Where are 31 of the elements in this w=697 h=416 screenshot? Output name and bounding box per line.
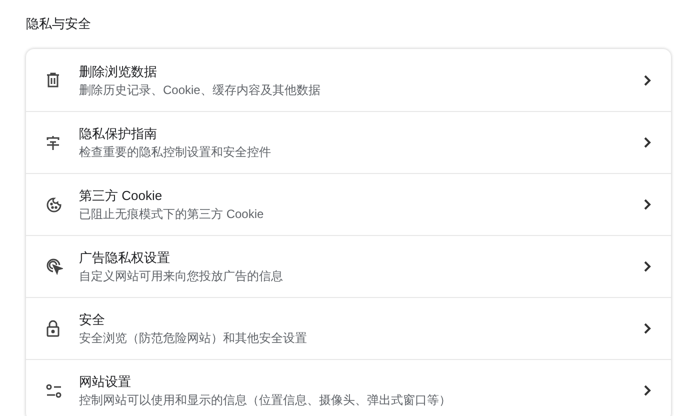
row-description: 检查重要的隐私控制设置和安全控件: [79, 144, 271, 161]
row-title: 网站设置: [79, 373, 131, 391]
target-cursor-icon: [46, 258, 63, 275]
row-description: 已阻止无痕模式下的第三方 Cookie: [79, 206, 264, 223]
row-title: 隐私保护指南: [79, 125, 157, 143]
chevron-right-icon: [644, 137, 651, 148]
settings-row[interactable]: 安全 安全浏览（防范危险网站）和其他安全设置: [26, 297, 671, 359]
chevron-right-icon: [644, 385, 651, 396]
section-title: 隐私与安全: [26, 15, 91, 33]
row-description: 安全浏览（防范危险网站）和其他安全设置: [79, 330, 307, 347]
row-description: 控制网站可以使用和显示的信息（位置信息、摄像头、弹出式窗口等）: [79, 392, 451, 409]
trash-icon: [46, 72, 60, 88]
row-title: 删除浏览数据: [79, 62, 157, 80]
settings-row[interactable]: 隐私保护指南 检查重要的隐私控制设置和安全控件: [26, 111, 671, 173]
chevron-right-icon: [644, 74, 651, 86]
sliders-icon: [46, 384, 62, 398]
row-title: 安全: [79, 311, 105, 329]
row-description: 自定义网站可用来向您投放广告的信息: [79, 268, 283, 285]
row-title: 广告隐私权设置: [79, 249, 170, 267]
guide-icon: [46, 134, 60, 150]
chevron-right-icon: [644, 199, 651, 210]
settings-row[interactable]: 网站设置 控制网站可以使用和显示的信息（位置信息、摄像头、弹出式窗口等）: [26, 359, 671, 416]
lock-icon: [46, 320, 60, 337]
chevron-right-icon: [644, 323, 651, 334]
cookie-icon: [46, 196, 62, 212]
row-description: 删除历史记录、Cookie、缓存内容及其他数据: [79, 82, 320, 98]
settings-row[interactable]: 第三方 Cookie 已阻止无痕模式下的第三方 Cookie: [26, 173, 671, 235]
settings-row[interactable]: 删除浏览数据 删除历史记录、Cookie、缓存内容及其他数据: [26, 49, 671, 111]
settings-row[interactable]: 广告隐私权设置 自定义网站可用来向您投放广告的信息: [26, 235, 671, 297]
chevron-right-icon: [644, 261, 651, 272]
row-title: 第三方 Cookie: [79, 187, 162, 205]
